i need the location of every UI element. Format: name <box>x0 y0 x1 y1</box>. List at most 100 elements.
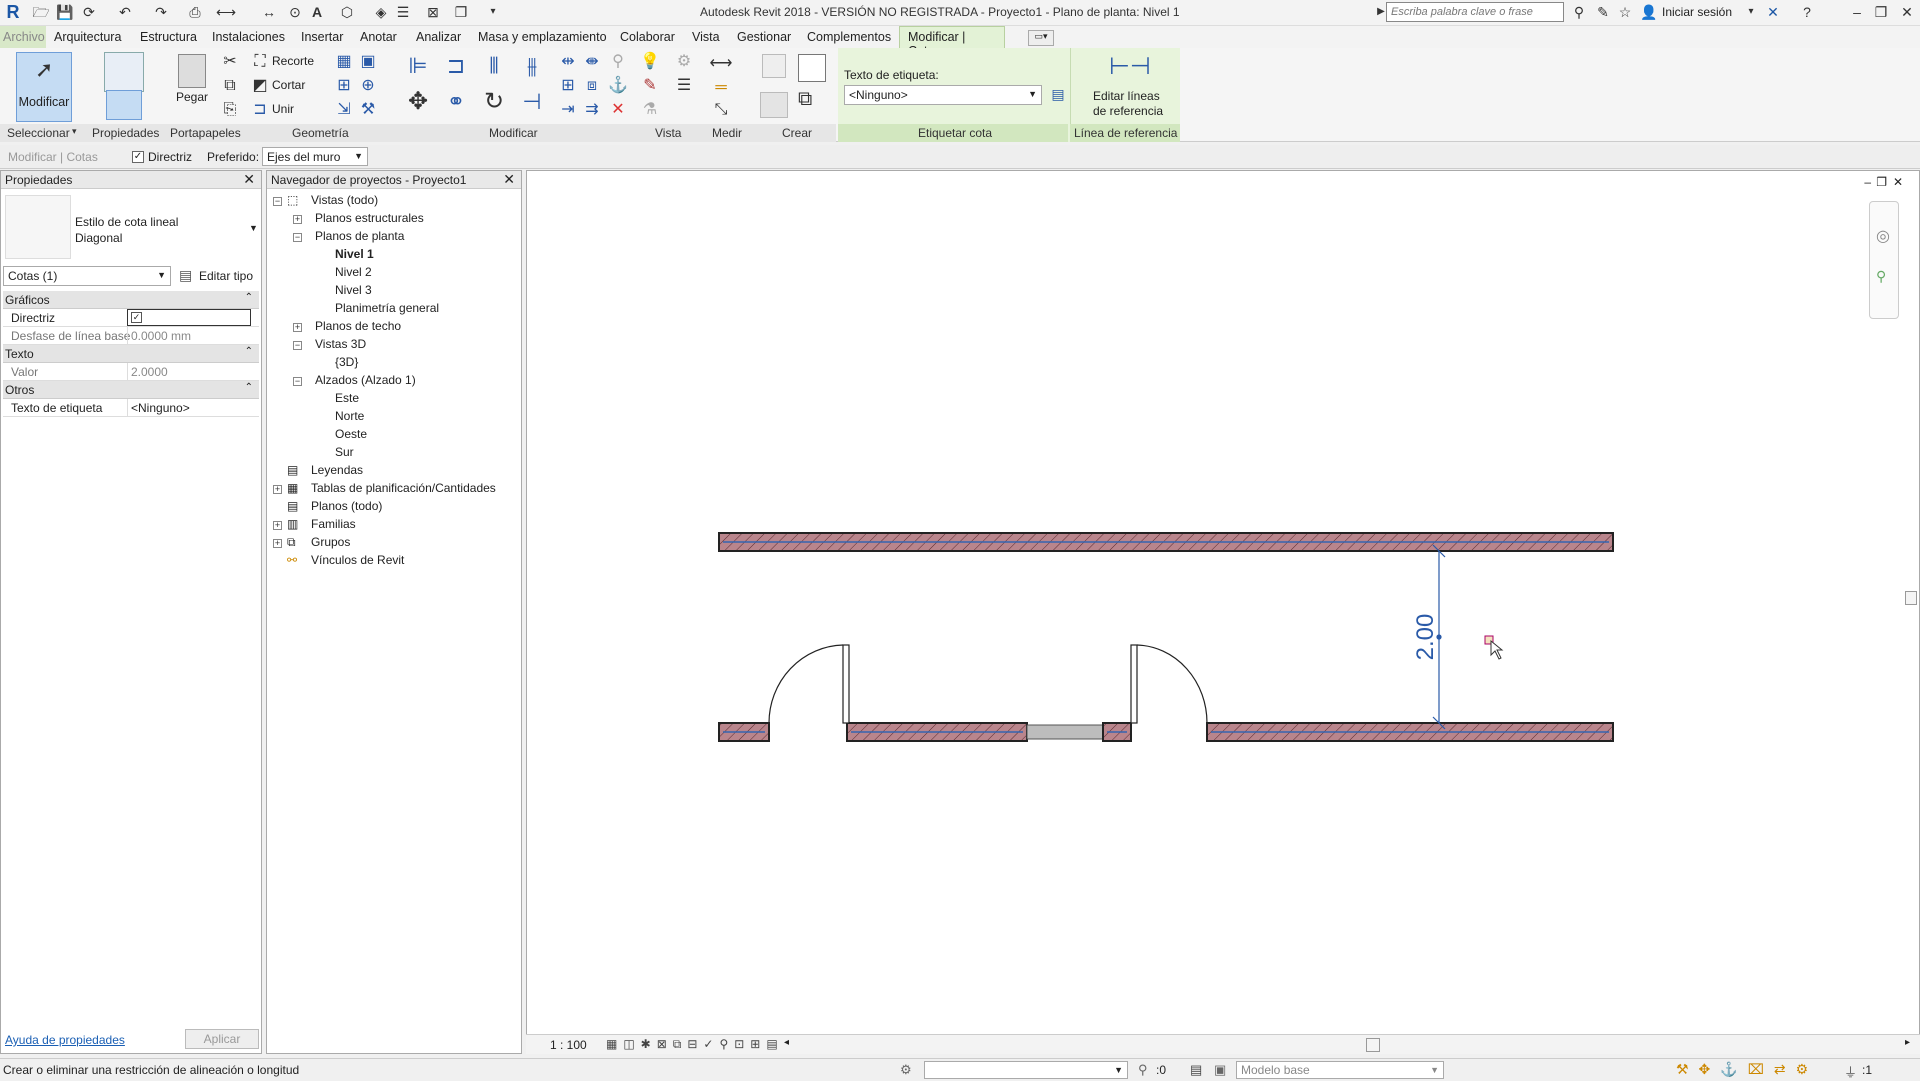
section-otros[interactable]: Otros ⌃ <box>3 381 259 399</box>
door-left[interactable] <box>768 644 850 724</box>
exchange-apps-icon[interactable]: ✕ <box>1764 3 1782 21</box>
worksets-icon[interactable]: ⚙ <box>900 1062 912 1078</box>
section-icon[interactable]: ◈ <box>372 3 390 21</box>
vertical-scroll-thumb[interactable] <box>1905 591 1917 605</box>
collapse-icon[interactable]: ⌃ <box>245 346 253 357</box>
cut-geometry-icon[interactable]: ◩ <box>250 76 270 96</box>
create-group-icon[interactable] <box>760 92 788 118</box>
clipboard-icon[interactable] <box>178 54 206 88</box>
3d-view-icon[interactable]: ⬡ <box>338 3 356 21</box>
selection-options-icons[interactable]: ⚒✥⚓⌧⇄⚙ <box>1676 1061 1818 1078</box>
type-selector-chevron-icon[interactable]: ▼ <box>249 223 258 233</box>
tab-analizar[interactable]: Analizar <box>416 30 461 44</box>
dimension-value-text[interactable]: 2.00 <box>1412 614 1439 661</box>
cut-geometry-button[interactable]: Cortar <box>272 78 305 92</box>
select-chevron-icon[interactable]: ▾ <box>72 126 77 137</box>
select-dropdown[interactable]: Seleccionar <box>7 126 70 140</box>
measure-element-icon[interactable]: ═ <box>706 78 736 98</box>
design-option-select[interactable]: Modelo base ▼ <box>1236 1061 1444 1079</box>
cut-icon[interactable]: ✂ <box>220 52 240 72</box>
text-icon[interactable]: ⊙ <box>286 3 304 21</box>
wall-bottom-left[interactable] <box>718 722 770 742</box>
browser-item-planos-planta[interactable]: Planos de planta <box>315 229 404 243</box>
override-icon[interactable]: ⚙ <box>674 52 694 72</box>
browser-item-planos-estructurales[interactable]: Planos estructurales <box>315 211 424 225</box>
tab-arquitectura[interactable]: Arquitectura <box>54 30 121 44</box>
close-icon[interactable]: ✕ <box>243 171 255 188</box>
wall-bottom-right[interactable] <box>1206 722 1614 742</box>
undo-icon[interactable]: ↶ <box>116 3 134 21</box>
tab-insertar[interactable]: Insertar <box>301 30 343 44</box>
restore-icon[interactable]: ❐ <box>1872 3 1890 21</box>
scale-icon[interactable]: ⧈ <box>582 76 602 96</box>
create-assembly-icon[interactable] <box>762 54 786 78</box>
collapse-icon[interactable]: − <box>273 197 282 206</box>
browser-item-planimetria[interactable]: Planimetría general <box>335 301 439 315</box>
expand-icon[interactable]: + <box>273 485 282 494</box>
label-text-select[interactable]: <Ninguno> ▼ <box>844 85 1042 105</box>
signin-link[interactable]: Iniciar sesión <box>1662 5 1732 19</box>
collapse-icon[interactable]: − <box>293 233 302 242</box>
tab-colaborar[interactable]: Colaborar <box>620 30 675 44</box>
browser-item-nivel-3[interactable]: Nivel 3 <box>335 283 372 297</box>
tab-archivo[interactable]: Archivo <box>0 26 46 48</box>
binoculars-icon[interactable]: ⚲ <box>1570 3 1588 21</box>
wall-top[interactable] <box>718 532 1614 552</box>
rotate-icon[interactable]: ↻ <box>480 90 508 120</box>
instance-filter-select[interactable]: Cotas (1) ▼ <box>3 266 171 286</box>
collapse-icon[interactable]: ⌃ <box>245 292 253 303</box>
browser-item-nivel-2[interactable]: Nivel 2 <box>335 265 372 279</box>
horizontal-scroll-thumb[interactable] <box>1366 1038 1380 1052</box>
expand-icon[interactable]: + <box>273 521 282 530</box>
create-parts-icon[interactable] <box>798 54 826 82</box>
edit-type-icon[interactable]: ▤ <box>179 267 192 284</box>
scroll-left-icon[interactable]: ◂ <box>784 1037 789 1048</box>
cope-icon[interactable]: ⛶ <box>250 52 270 72</box>
tab-gestionar[interactable]: Gestionar <box>737 30 791 44</box>
close-icon[interactable]: ✕ <box>503 171 515 188</box>
tab-estructura[interactable]: Estructura <box>140 30 197 44</box>
demolish-icon[interactable]: ⇲ <box>334 100 354 120</box>
favorites-star-icon[interactable]: ☆ <box>1616 3 1634 21</box>
browser-item-este[interactable]: Este <box>335 391 359 405</box>
browser-item-nivel-1[interactable]: Nivel 1 <box>335 247 374 261</box>
text-drag-grip-icon[interactable] <box>1484 635 1504 660</box>
properties-help-link[interactable]: Ayuda de propiedades <box>5 1033 125 1047</box>
expand-icon[interactable]: + <box>273 539 282 548</box>
browser-item-tablas[interactable]: Tablas de planificación/Cantidades <box>311 481 496 495</box>
match-type-icon[interactable]: ⎘ <box>220 100 240 120</box>
measure-icon[interactable]: ⟷ <box>216 3 236 21</box>
aligned-dimension-icon[interactable]: ⤡ <box>706 100 736 120</box>
create-similar-icon[interactable]: ⧉ <box>798 88 828 118</box>
browser-item-leyendas[interactable]: Leyendas <box>311 463 363 477</box>
browser-item-planos-todo[interactable]: Planos (todo) <box>311 499 382 513</box>
join-button[interactable]: Unir <box>272 102 294 116</box>
search-input[interactable]: Escriba palabra clave o frase <box>1386 2 1564 22</box>
directriz-checkbox[interactable]: ✓ <box>131 312 142 323</box>
print-icon[interactable]: ⎙ <box>186 3 204 21</box>
open-icon[interactable]: 🗁 <box>32 3 50 21</box>
properties-toggle-icon[interactable] <box>106 90 142 120</box>
browser-item-sur[interactable]: Sur <box>335 445 354 459</box>
collapse-icon[interactable]: − <box>293 341 302 350</box>
join-roof-icon[interactable]: ⊞ <box>334 76 354 96</box>
wall-bottom-middle[interactable] <box>846 722 1132 742</box>
cope-button[interactable]: Recorte <box>272 54 314 68</box>
desfase-value[interactable]: 0.0000 mm <box>127 327 251 344</box>
browser-item-3d[interactable]: {3D} <box>335 355 358 369</box>
filter-icon[interactable]: ⏚ <box>1844 1062 1857 1081</box>
annotation-text-icon[interactable]: A <box>308 3 326 21</box>
join-icon[interactable]: ⊐ <box>250 100 270 120</box>
tab-modificar-cotas[interactable]: Modificar | Cotas <box>899 26 1005 58</box>
texto-etiqueta-value[interactable]: <Ninguno> <box>127 399 251 416</box>
edit-type-button[interactable]: Editar tipo <box>199 269 253 283</box>
tab-complementos[interactable]: Complementos <box>807 30 891 44</box>
ribbon-minimize-icon[interactable]: ▭▾ <box>1028 30 1054 46</box>
array-icon[interactable]: ⊞ <box>558 76 578 96</box>
browser-item-vistas[interactable]: Vistas (todo) <box>311 193 378 207</box>
linework-icon[interactable]: ✎ <box>640 76 660 96</box>
view-control-icons[interactable]: ▦◫✱⊠⧉⊟✓⚲⊡⊞▤ <box>606 1037 784 1052</box>
sync-icon[interactable]: ⟳ <box>80 3 98 21</box>
minimize-icon[interactable]: ‒ <box>1848 3 1866 21</box>
door-right[interactable] <box>1130 644 1208 724</box>
